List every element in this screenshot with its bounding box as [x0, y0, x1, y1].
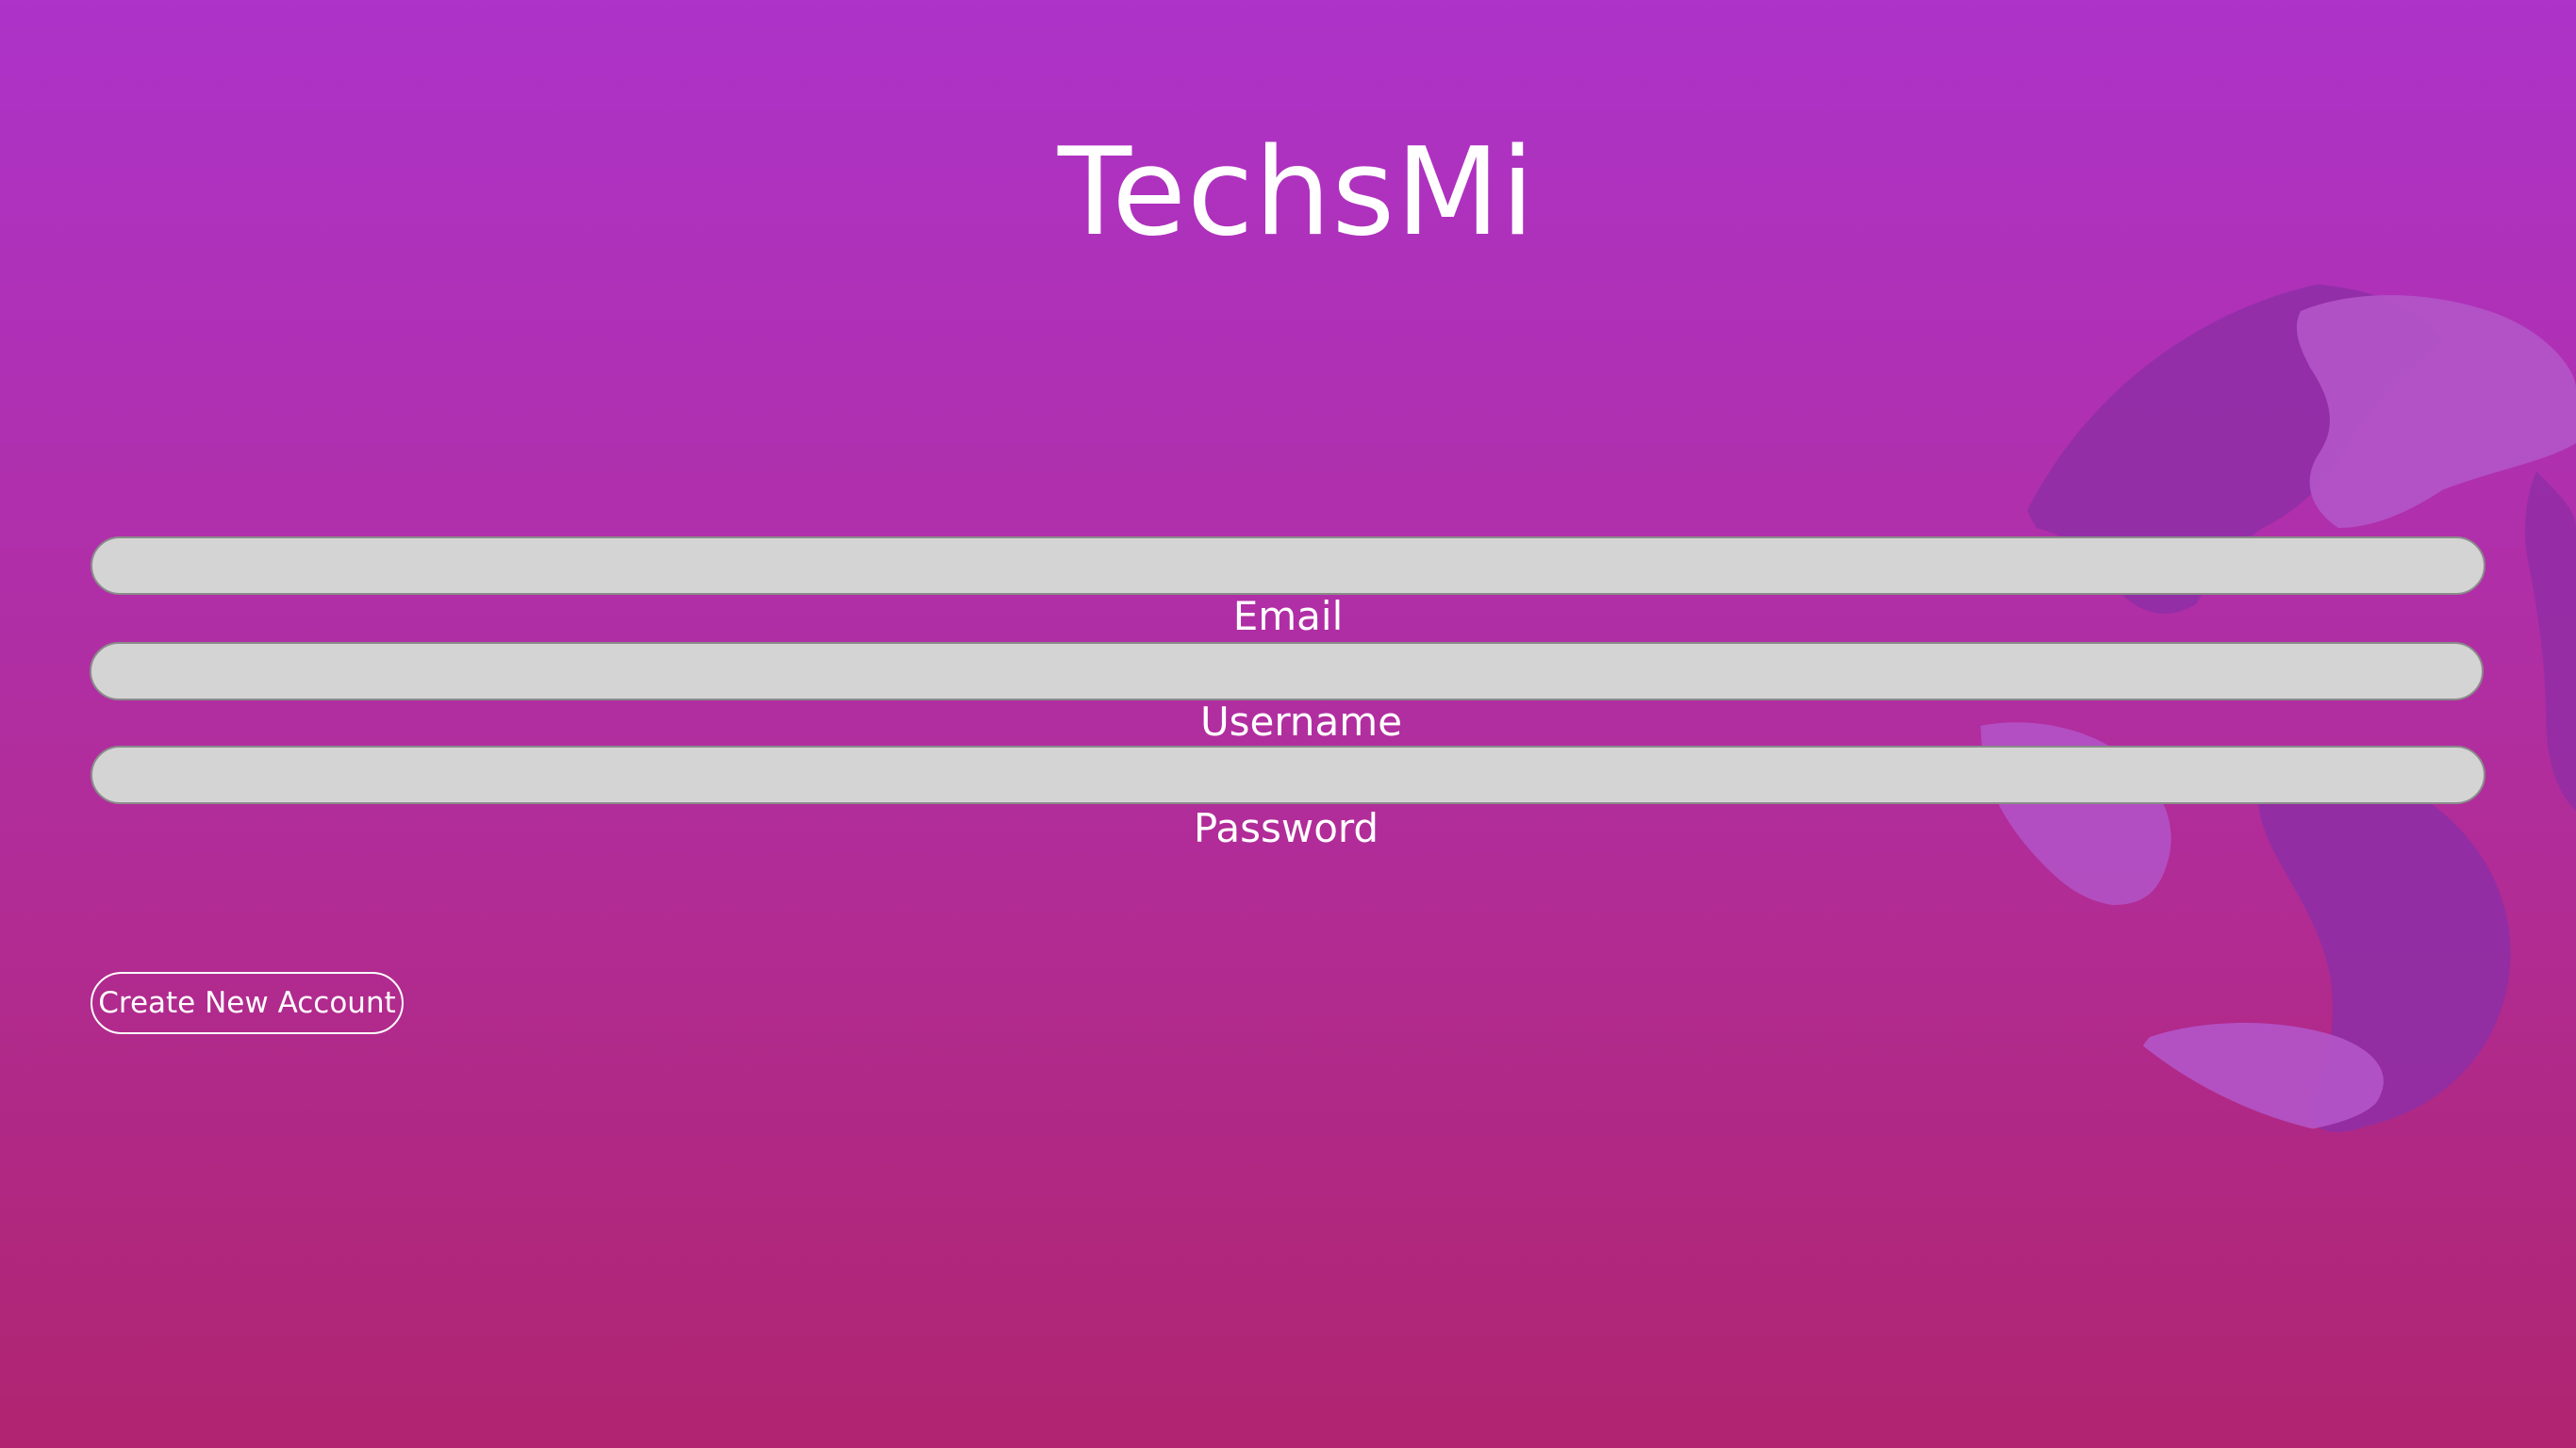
password-field[interactable]: [91, 746, 2485, 804]
create-new-account-button[interactable]: Create New Account: [91, 972, 404, 1034]
email-field[interactable]: [91, 536, 2485, 595]
login-page: TechsMi Email Username Password Create N…: [0, 0, 2576, 1448]
email-label: Email: [1232, 593, 1344, 639]
username-label: Username: [1199, 699, 1403, 745]
password-label: Password: [1193, 805, 1379, 851]
app-title: TechsMi: [1057, 123, 1536, 263]
username-field[interactable]: [90, 642, 2484, 700]
